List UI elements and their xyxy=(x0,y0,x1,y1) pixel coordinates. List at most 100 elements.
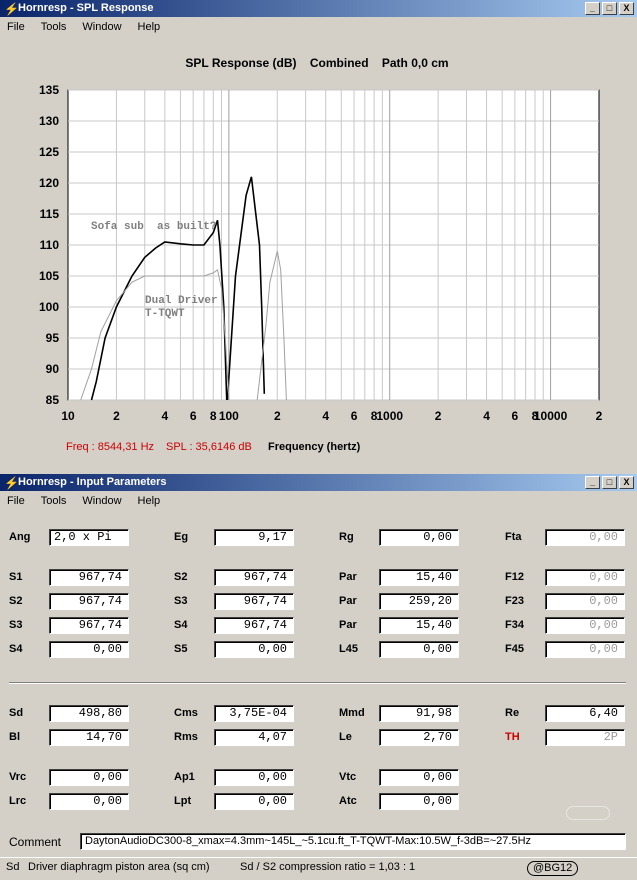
x-tick-label: 2 xyxy=(113,409,120,423)
label-s1: S1 xyxy=(9,571,23,583)
label-s4: S4 xyxy=(9,643,23,655)
spl-chart[interactable]: SPL Response (dB) Combined Path 0,0 cm 1… xyxy=(0,37,637,474)
y-tick-label: 95 xyxy=(46,331,60,345)
field-l45[interactable]: 0,00 xyxy=(379,641,459,658)
spl-window-titlebar[interactable]: ⚡ Hornresp - SPL Response _ □ X xyxy=(0,0,637,17)
field-s4-seg3[interactable]: 967,74 xyxy=(214,617,294,634)
minimize-button[interactable]: _ xyxy=(585,2,600,15)
field-cms[interactable]: 3,75E-04 xyxy=(214,705,294,722)
field-s1[interactable]: 967,74 xyxy=(49,569,129,586)
label-mmd: Mmd xyxy=(339,707,365,719)
label-s3: S3 xyxy=(174,595,188,607)
label-s4: S4 xyxy=(174,619,188,631)
y-tick-label: 135 xyxy=(39,83,59,97)
y-tick-label: 115 xyxy=(40,207,60,221)
field-s3-seg2[interactable]: 967,74 xyxy=(214,593,294,610)
y-tick-label: 120 xyxy=(39,176,59,190)
field-rms[interactable]: 4,07 xyxy=(214,729,294,746)
label-ap1: Ap1 xyxy=(174,771,195,783)
y-tick-label: 125 xyxy=(39,145,59,159)
label-f45: F45 xyxy=(505,643,524,655)
field-eg[interactable]: 9,17 xyxy=(214,529,294,546)
x-tick-label: 1000 xyxy=(376,409,403,423)
field-f12: 0,00 xyxy=(545,569,625,586)
field-vrc[interactable]: 0,00 xyxy=(49,769,129,786)
label-l45: L45 xyxy=(339,643,358,655)
label-s3: S3 xyxy=(9,619,23,631)
status-badge: @BG12 xyxy=(527,861,579,876)
menu-tools[interactable]: Tools xyxy=(40,495,68,507)
input-window-title: Hornresp - Input Parameters xyxy=(18,476,167,488)
minimize-button[interactable]: _ xyxy=(585,476,600,489)
field-s4-seg4[interactable]: 0,00 xyxy=(49,641,129,658)
close-button[interactable]: X xyxy=(619,2,634,15)
menu-file[interactable]: File xyxy=(6,21,26,33)
field-ap1[interactable]: 0,00 xyxy=(214,769,294,786)
label-rg: Rg xyxy=(339,531,354,543)
y-tick-label: 105 xyxy=(39,269,59,283)
menu-help[interactable]: Help xyxy=(137,21,162,33)
label-par-2: Par xyxy=(339,595,357,607)
menu-window[interactable]: Window xyxy=(81,495,122,507)
field-s5[interactable]: 0,00 xyxy=(214,641,294,658)
field-lpt[interactable]: 0,00 xyxy=(214,793,294,810)
label-lrc: Lrc xyxy=(9,795,27,807)
field-par-3[interactable]: 15,40 xyxy=(379,617,459,634)
x-tick-label: 6 xyxy=(351,409,358,423)
input-window-titlebar[interactable]: ⚡ Hornresp - Input Parameters _ □ X xyxy=(0,474,637,491)
field-fta: 0,00 xyxy=(545,529,625,546)
field-sd[interactable]: 498,80 xyxy=(49,705,129,722)
spl-readout: SPL : 35,6146 dB xyxy=(166,441,252,453)
maximize-button[interactable]: □ xyxy=(602,476,617,489)
x-tick-label: 2 xyxy=(435,409,442,423)
field-le[interactable]: 2,70 xyxy=(379,729,459,746)
label-comment: Comment xyxy=(9,835,62,849)
faint-oval-button[interactable] xyxy=(566,806,610,820)
label-vrc: Vrc xyxy=(9,771,27,783)
x-tick-label: 2 xyxy=(274,409,281,423)
field-vtc[interactable]: 0,00 xyxy=(379,769,459,786)
field-par-1[interactable]: 15,40 xyxy=(379,569,459,586)
label-vtc: Vtc xyxy=(339,771,357,783)
chart-title: SPL Response (dB) Combined Path 0,0 cm xyxy=(185,56,448,70)
y-tick-label: 90 xyxy=(46,362,60,376)
x-tick-label: 2 xyxy=(596,409,603,423)
label-atc: Atc xyxy=(339,795,357,807)
label-s2: S2 xyxy=(174,571,188,583)
field-f23: 0,00 xyxy=(545,593,625,610)
label-ang: Ang xyxy=(9,531,31,543)
label-par-1: Par xyxy=(339,571,357,583)
menu-tools[interactable]: Tools xyxy=(40,21,68,33)
status-description: Driver diaphragm piston area (sq cm) xyxy=(28,861,210,873)
field-lrc[interactable]: 0,00 xyxy=(49,793,129,810)
comment-field[interactable]: DaytonAudioDC300-8_xmax=4.3mm~145L_~5.1c… xyxy=(80,833,626,850)
close-button[interactable]: X xyxy=(619,476,634,489)
field-s2-seg1[interactable]: 967,74 xyxy=(214,569,294,586)
label-fta: Fta xyxy=(505,531,522,543)
x-tick-label: 8 xyxy=(210,409,217,423)
x-tick-label: 100 xyxy=(219,409,239,423)
field-par-2[interactable]: 259,20 xyxy=(379,593,459,610)
label-par-3: Par xyxy=(339,619,357,631)
x-tick-label: 4 xyxy=(483,409,490,423)
label-le: Le xyxy=(339,731,352,743)
menu-file[interactable]: File xyxy=(6,495,26,507)
field-rg[interactable]: 0,00 xyxy=(379,529,459,546)
label-cms: Cms xyxy=(174,707,198,719)
maximize-button[interactable]: □ xyxy=(602,2,617,15)
field-atc[interactable]: 0,00 xyxy=(379,793,459,810)
label-th[interactable]: TH xyxy=(505,731,520,743)
label-f23: F23 xyxy=(505,595,524,607)
annotation-t-tqwt: T-TQWT xyxy=(145,308,185,320)
field-s3-seg3[interactable]: 967,74 xyxy=(49,617,129,634)
x-axis-ticks: 10 2 4 6 8 100 2 4 6 81000 2 4 6 810000 2 xyxy=(61,409,602,423)
menu-window[interactable]: Window xyxy=(81,21,122,33)
field-re[interactable]: 6,40 xyxy=(545,705,625,722)
label-rms: Rms xyxy=(174,731,198,743)
field-bl[interactable]: 14,70 xyxy=(49,729,129,746)
field-s2-seg2[interactable]: 967,74 xyxy=(49,593,129,610)
field-mmd[interactable]: 91,98 xyxy=(379,705,459,722)
field-ang[interactable]: 2,0 x Pi xyxy=(49,529,129,546)
y-tick-label: 85 xyxy=(46,393,60,407)
menu-help[interactable]: Help xyxy=(137,495,162,507)
